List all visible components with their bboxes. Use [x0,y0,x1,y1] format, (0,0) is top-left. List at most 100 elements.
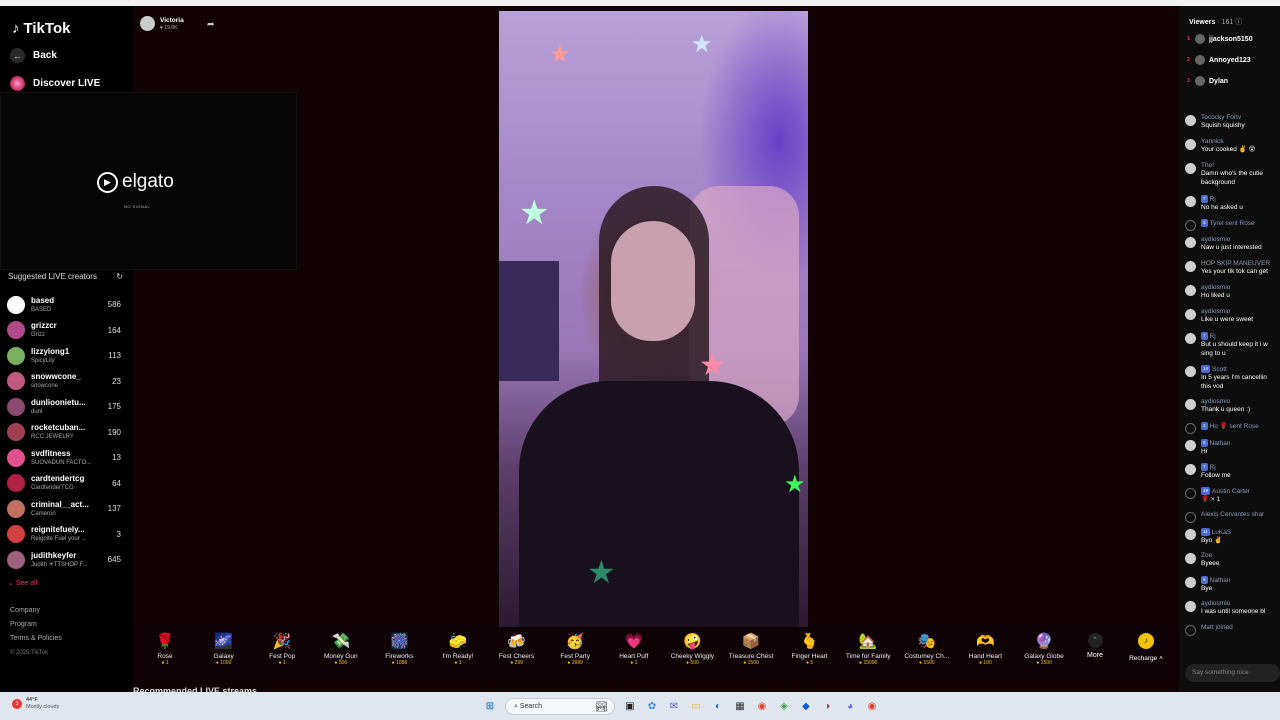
app-icon-blue[interactable]: ◆ [799,700,813,714]
creator-item[interactable]: snowwcone_ snowcone 23 [7,369,121,395]
creator-item[interactable]: reignitefuely... Reignite Fuel your ... 3 [7,522,121,548]
file-explorer-icon[interactable]: ▭ [689,700,703,714]
creator-item[interactable]: cardtendertcg CardtenderTCG 64 [7,471,121,497]
live-avatar-icon [10,76,25,91]
creator-item[interactable]: dunlioonietu... dunl 175 [7,394,121,420]
gift-item[interactable]: 🍻 Fest Cheers ● 299 [488,633,546,666]
viewer-item[interactable]: 2 Annoyed123 [1187,55,1251,65]
edge-icon[interactable]: ◐ [711,700,725,714]
chat-message[interactable]: Matt joined [1185,624,1280,636]
weather-widget[interactable]: 3 44°F Mostly cloudy [12,697,59,711]
host-info[interactable]: Victoria ♥ 19.8K [140,16,184,31]
chat-message[interactable]: Alexis Cervantes shar [1185,511,1280,523]
chat-message[interactable]: 7 Rj Follow me [1185,463,1280,481]
gift-item[interactable]: 🎉 Fest Pop ● 1 [253,633,311,666]
live-video[interactable]: ★ ★ ★ ★ ★ ★ [499,11,808,627]
chat-message[interactable]: 7 Rj No he asked u [1185,195,1280,213]
gift-icon: 🎉 [272,633,292,650]
chrome-icon-2[interactable]: ◉ [865,700,879,714]
taskbar-search[interactable]: ⌕ Search 🏞 [505,698,615,715]
refresh-icon[interactable]: ↻ [116,272,123,281]
chat-message[interactable]: HOP SKIP MANEUVER Yes your tik tok can ge… [1185,260,1280,277]
chat-message[interactable]: aydiosmio Naw u just interested [1185,236,1280,253]
footer-program[interactable]: Program [10,618,62,632]
gift-item[interactable]: 🥳 Fest Party ● 2999 [546,633,604,666]
chat-input[interactable]: Say something nice [1185,664,1280,682]
viewers-header[interactable]: Viewers · 161 ⓘ [1189,17,1242,27]
chat-message[interactable]: aydiosmio Like u were sweet [1185,308,1280,325]
discover-label: Discover LIVE [33,78,101,89]
task-view-icon[interactable]: ▣ [623,700,637,714]
creator-item[interactable]: rocketcuban... RCC JEWELRY 190 [7,420,121,446]
gift-item[interactable]: 🫰 Finger Heart ● 5 [781,633,839,666]
gift-item[interactable]: 💸 Money Gun ● 500 [312,633,370,666]
store-icon[interactable]: ▦ [733,700,747,714]
gift-item[interactable]: 🤪 Cheeky Wiggly ● 500 [663,633,721,666]
footer-company[interactable]: Company [10,604,62,618]
chat-message[interactable]: aydiosmio Ho liked u [1185,284,1280,301]
host-avatar[interactable] [140,16,155,31]
creator-text: lizzylong1 SpicyLily [31,347,108,365]
recharge-button[interactable]: ♪ Recharge ˄ [1121,633,1171,662]
app-icon-green[interactable]: ◈ [777,700,791,714]
gift-item[interactable]: 🎆 Fireworks ● 1088 [370,633,428,666]
chat-message[interactable]: 11 LuKaS Byo ✌️ [1185,528,1280,546]
gift-item[interactable]: 📦 Treasure Chest ● 1500 [722,633,780,666]
chat-username-text: aydiosmio [1201,600,1231,607]
chrome-icon[interactable]: ◉ [755,700,769,714]
more-gifts-button[interactable]: ⌃ More [1083,633,1107,659]
gift-item[interactable]: 🎭 Costumey Ch... ● 1500 [898,633,956,666]
creator-item[interactable]: lizzylong1 SpicyLily 113 [7,343,121,369]
creator-subtitle: RCC JEWELRY [31,434,74,441]
chat-message[interactable]: Yannick Your cooked ✌️ 😵 [1185,138,1280,155]
chat-message[interactable]: Tococky Fortv Squish squishy [1185,114,1280,131]
creator-text: svdfitness SUOVADUN FACTO... [31,449,112,467]
gift-item[interactable]: 🧽 I'm Ready! ● 1 [429,633,487,666]
discord-icon[interactable]: ◕ [843,700,857,714]
gift-item[interactable]: 🔮 Galaxy Globe ● 1500 [1015,633,1073,666]
chat-message[interactable]: 3 Tyrel sent Rose [1185,219,1280,231]
chat-message[interactable]: aydiosmio Thank u queen :) [1185,398,1280,415]
chat-text: Your cooked ✌️ 😵 [1201,146,1256,153]
chat-message[interactable]: 7 Rj But u should keep it i w sing to u [1185,332,1280,358]
windows-start-icon[interactable]: ⊞ [483,700,497,714]
creator-item[interactable]: grizzcr Grizz 164 [7,318,121,344]
gift-price: ● 1 [454,660,462,666]
creator-avatar [7,346,25,365]
chat-message[interactable]: aydiosmio I was until someone bl [1185,600,1280,617]
chat-message[interactable]: The! Damn who's the cutie background [1185,162,1280,187]
tiktok-logo[interactable]: ♪ TikTok [12,20,70,37]
discover-live-link[interactable]: Discover LIVE [10,76,100,91]
viewer-item[interactable]: 1 jjackson5150 [1187,34,1253,44]
chat-message[interactable]: 1 Ho 🌹 sent Rose [1185,422,1280,434]
creator-avatar [7,525,25,544]
chat-message[interactable]: 6 Nathan Hi [1185,439,1280,457]
viewer-item[interactable]: 3 Dylan [1187,76,1228,86]
chat-username: aydiosmio [1201,600,1265,608]
creator-item[interactable]: svdfitness SUOVADUN FACTO... 13 [7,445,121,471]
chat-username-text: aydiosmio [1201,308,1231,315]
chat-avatar [1185,309,1196,320]
gift-item[interactable]: 🌌 Galaxy ● 1000 [195,633,253,666]
creator-item[interactable]: judithkeyfer Judith ✳TTSHOP F... 645 [7,547,121,573]
teams-icon[interactable]: ✉ [667,700,681,714]
footer-terms[interactable]: Terms & Policies [10,632,62,646]
gift-item[interactable]: 💗 Heart Puff ● 1 [605,633,663,666]
gift-item[interactable]: 🫶 Hand Heart ● 100 [956,633,1014,666]
suggested-header: Suggested LIVE creators ↻ [8,272,123,281]
chat-message[interactable]: 18 Austin Carter 🌹 × 1 [1185,487,1280,505]
see-all-link[interactable]: ⌄ See all [8,579,37,587]
app-icon-red[interactable]: ◗ [821,700,835,714]
copilot-icon[interactable]: ✿ [645,700,659,714]
gift-price-value: 1 [458,660,462,666]
share-icon[interactable]: ➦ [207,19,215,30]
chat-message[interactable]: 6 Nathan Bye [1185,576,1280,594]
creator-item[interactable]: based BASED 586 [7,292,121,318]
creator-subtitle: BASED [31,306,52,313]
gift-item[interactable]: 🏡 Time for Family ● 15000 [839,633,897,666]
chat-message[interactable]: Zoe Byeee [1185,552,1280,569]
back-button[interactable]: ← Back [10,48,57,63]
creator-item[interactable]: criminal__act... Cameron 137 [7,496,121,522]
chat-message[interactable]: 14 Scott In 5 years I'm cancellin this vod [1185,365,1280,391]
gift-item[interactable]: 🌹 Rose ● 1 [136,633,194,666]
